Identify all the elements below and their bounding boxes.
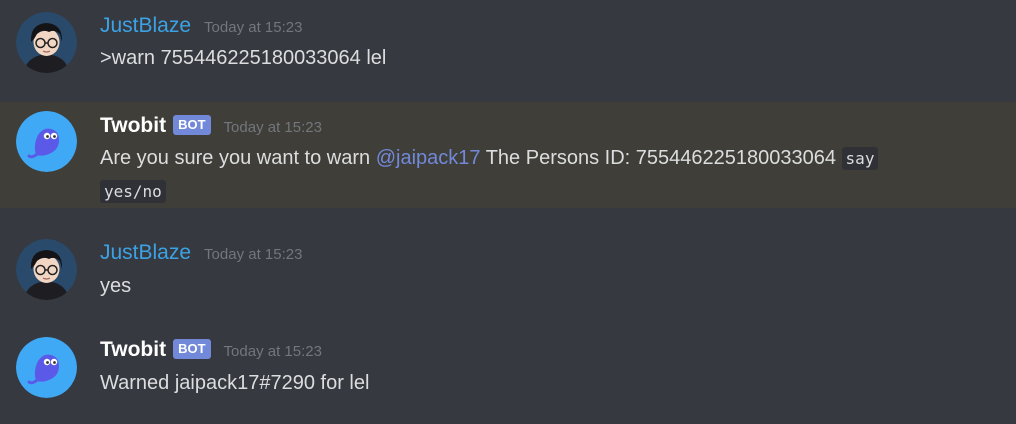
message-content: yes — [100, 275, 132, 297]
username[interactable]: Twobit — [100, 114, 166, 138]
ghost-avatar-icon — [16, 111, 77, 172]
timestamp: Today at 15:23 — [204, 19, 303, 36]
user-avatar[interactable] — [16, 239, 77, 300]
username[interactable]: Twobit — [100, 338, 166, 362]
username[interactable]: JustBlaze — [100, 14, 191, 38]
message-line: Are you sure you want to warn @jaipack17… — [100, 142, 879, 175]
user-avatar[interactable] — [16, 12, 77, 73]
bot-avatar[interactable] — [16, 337, 77, 398]
message-content: Warned jaipack17#7290 for lel — [100, 372, 370, 394]
timestamp: Today at 15:23 — [204, 246, 303, 263]
bot-avatar[interactable] — [16, 111, 77, 172]
bot-badge: BOT — [173, 339, 211, 359]
inline-code: yes/no — [100, 180, 166, 203]
message-header: Twobit BOT Today at 15:23 — [100, 338, 322, 362]
message-header: JustBlaze Today at 15:23 — [100, 14, 302, 38]
message-highlighted: Twobit BOT Today at 15:23 Are you sure y… — [0, 102, 1016, 208]
message-header: JustBlaze Today at 15:23 — [100, 241, 302, 265]
message-text: The Persons ID: 755446225180033064 — [480, 147, 842, 169]
message-content: Are you sure you want to warn @jaipack17… — [100, 142, 879, 208]
message-text: Are you sure you want to warn — [100, 147, 376, 169]
message-content: >warn 755446225180033064 lel — [100, 47, 387, 69]
message: JustBlaze Today at 15:23 >warn 755446225… — [0, 0, 1016, 90]
anime-avatar-icon — [16, 239, 77, 300]
bot-badge: BOT — [173, 115, 211, 135]
ghost-avatar-icon — [16, 337, 77, 398]
message: Twobit BOT Today at 15:23 Warned jaipack… — [0, 324, 1016, 424]
inline-code: say — [841, 147, 879, 170]
anime-avatar-icon — [16, 12, 77, 73]
message: JustBlaze Today at 15:23 yes — [0, 228, 1016, 314]
timestamp: Today at 15:23 — [223, 343, 322, 360]
message-header: Twobit BOT Today at 15:23 — [100, 114, 322, 138]
user-mention[interactable]: @jaipack17 — [376, 147, 481, 169]
message-line: yes/no — [100, 175, 878, 208]
timestamp: Today at 15:23 — [223, 119, 322, 136]
username[interactable]: JustBlaze — [100, 241, 191, 265]
